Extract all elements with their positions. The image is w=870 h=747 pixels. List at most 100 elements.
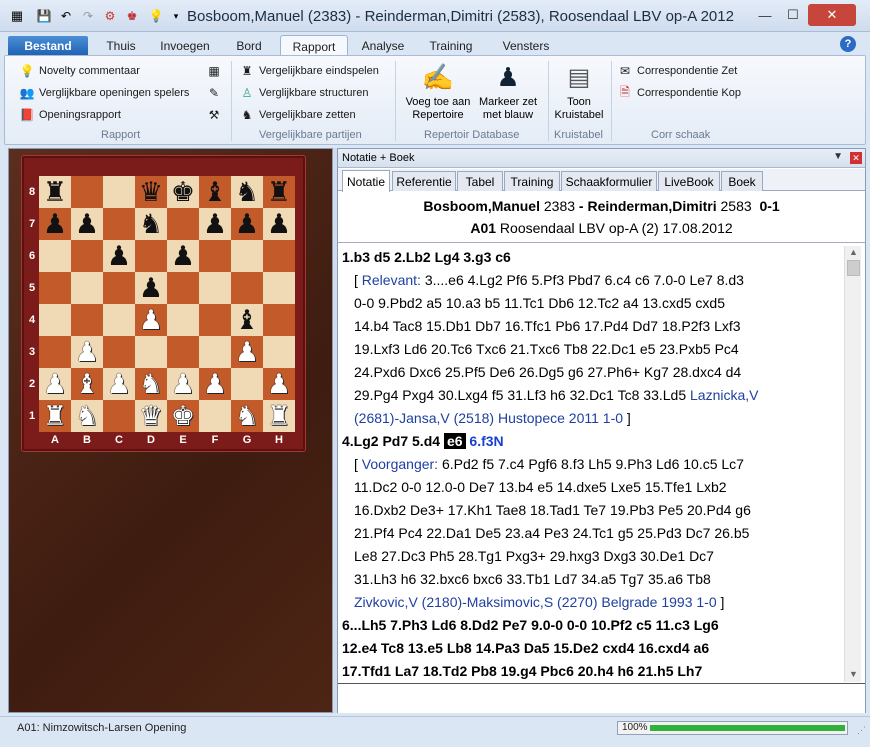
moves-text[interactable]: 12.e4 Tc8 13.e5 Lb8 14.Pa3 Da5 15.De2 cx… [342, 640, 709, 656]
square-g5[interactable] [231, 272, 263, 304]
square-c6[interactable]: ♟ [103, 240, 135, 272]
variation-line[interactable]: 31.Lh3 h6 32.bxc6 bxc6 33.Tb1 Ld7 34.a5 … [342, 568, 839, 591]
panel-close-icon[interactable]: ✕ [850, 152, 862, 164]
square-f2[interactable]: ♟ [199, 368, 231, 400]
main-moves[interactable]: 4.Lg2 Pd7 5.d4 [342, 433, 444, 449]
square-e6[interactable]: ♟ [167, 240, 199, 272]
white-rook-icon[interactable]: ♜ [267, 403, 291, 430]
moves-text[interactable]: 16.Dxb2 De3+ 17.Kh1 Tae8 18.Tad1 Te7 19.… [354, 502, 751, 518]
tab-livebook[interactable]: LiveBook [658, 171, 720, 191]
black-pawn-icon[interactable]: ♟ [203, 211, 227, 238]
square-d3[interactable] [135, 336, 167, 368]
square-d5[interactable]: ♟ [135, 272, 167, 304]
square-h2[interactable]: ♟ [263, 368, 295, 400]
square-h5[interactable] [263, 272, 295, 304]
tab-invoegen[interactable]: Invoegen [152, 36, 218, 56]
moves-text[interactable]: Le8 27.Dc3 Ph5 28.Tg1 Pxg3+ 29.hxg3 Dxg3… [354, 548, 714, 564]
square-g1[interactable]: ♞ [231, 400, 263, 432]
board-small-button[interactable]: ▦ [206, 63, 226, 79]
square-h3[interactable] [263, 336, 295, 368]
tab-notatie[interactable]: Notatie [342, 170, 390, 192]
pen-small-button[interactable]: ✎ [206, 85, 226, 101]
move-list[interactable]: 1.b3 d5 2.Lb2 Lg4 3.g3 c6 [ Relevant: 3..… [342, 246, 839, 682]
toon-kruistabel-button[interactable]: ▤ Toon Kruistabel [550, 60, 608, 122]
game-reference-link[interactable]: (2681)-Jansa,V (2518) Hustopece 2011 1-0 [354, 410, 623, 426]
white-knight-icon[interactable]: ♞ [75, 403, 99, 430]
black-pawn-icon[interactable]: ♟ [171, 243, 195, 270]
square-h4[interactable] [263, 304, 295, 336]
voeg-toe-repertoire-button[interactable]: ✍ Voeg toe aan Repertoire [401, 60, 475, 122]
square-b5[interactable] [71, 272, 103, 304]
customize-toolbar-icon[interactable]: ▾ [168, 8, 184, 24]
moves-text[interactable]: 29.Pg4 Pxg4 30.Lxg4 f5 31.Lf3 h6 32.Dc1 … [354, 387, 690, 403]
annotation-area[interactable] [338, 683, 865, 713]
square-g3[interactable]: ♟ [231, 336, 263, 368]
lightbulb-icon[interactable]: 💡 [148, 8, 164, 24]
white-rook-icon[interactable]: ♜ [43, 403, 67, 430]
black-pawn-icon[interactable]: ♟ [43, 211, 67, 238]
engine-icon[interactable]: ⚙ [102, 8, 118, 24]
tab-boek[interactable]: Boek [721, 171, 763, 191]
variation-label[interactable]: Relevant: [362, 272, 421, 288]
redo-icon[interactable]: ↷ [80, 8, 96, 24]
white-knight-icon[interactable]: ♞ [139, 371, 163, 398]
square-a1[interactable]: ♜ [39, 400, 71, 432]
square-h7[interactable]: ♟ [263, 208, 295, 240]
tab-vensters[interactable]: Vensters [490, 36, 562, 56]
black-knight-icon[interactable]: ♞ [139, 211, 163, 238]
square-a8[interactable]: ♜ [39, 176, 71, 208]
square-a7[interactable]: ♟ [39, 208, 71, 240]
vergelijkbare-zetten-button[interactable]: ♞ Vergelijkbare zetten [239, 107, 356, 123]
black-pawn-icon[interactable]: ♟ [107, 243, 131, 270]
bracket[interactable]: [ [354, 272, 362, 288]
square-a4[interactable] [39, 304, 71, 336]
maximize-button[interactable]: ☐ [780, 4, 806, 26]
tab-bestand[interactable]: Bestand [8, 36, 88, 56]
square-a3[interactable] [39, 336, 71, 368]
tab-schaakformulier[interactable]: Schaakformulier [561, 171, 657, 191]
moves-text[interactable]: 0-0 9.Pbd2 a5 10.a3 b5 11.Tc1 Db6 12.Tc2… [354, 295, 725, 311]
black-pawn-icon[interactable]: ♟ [235, 211, 259, 238]
scroll-up-icon[interactable]: ▲ [849, 247, 858, 257]
moves-text[interactable]: 19.Lxf3 Ld6 20.Tc6 Txc6 21.Txc6 Tb8 22.D… [354, 341, 739, 357]
square-b1[interactable]: ♞ [71, 400, 103, 432]
black-pawn-icon[interactable]: ♟ [267, 211, 291, 238]
square-g6[interactable] [231, 240, 263, 272]
save-icon[interactable]: 💾 [36, 8, 52, 24]
tab-training[interactable]: Training [418, 36, 484, 56]
black-rook-icon[interactable]: ♜ [267, 179, 291, 206]
vertical-scrollbar[interactable]: ▲ ▼ [844, 246, 861, 682]
black-queen-icon[interactable]: ♛ [139, 179, 163, 206]
tab-referentie[interactable]: Referentie [392, 171, 456, 191]
square-g2[interactable] [231, 368, 263, 400]
tab-rapport[interactable]: Rapport [280, 35, 348, 57]
square-f8[interactable]: ♝ [199, 176, 231, 208]
variation-label[interactable]: Voorganger: [362, 456, 438, 472]
moves-text[interactable]: 11.Dc2 0-0 12.0-0 De7 13.b4 e5 14.dxe5 L… [354, 479, 727, 495]
variation-line[interactable]: 24.Pxd6 Dxc6 25.Pf5 De6 26.Dg5 g6 27.Ph6… [342, 361, 839, 384]
black-pawn-icon[interactable]: ♟ [75, 211, 99, 238]
hammer-small-button[interactable]: ⚒ [206, 107, 226, 123]
white-pawn-icon[interactable]: ♟ [75, 339, 99, 366]
main-line[interactable]: 4.Lg2 Pd7 5.d4 e6 6.f3N [342, 430, 839, 453]
square-c3[interactable] [103, 336, 135, 368]
main-line[interactable]: 6...Lh5 7.Ph3 Ld6 8.Dd2 Pe7 9.0-0 0-0 10… [342, 614, 839, 637]
square-b6[interactable] [71, 240, 103, 272]
main-line[interactable]: 12.e4 Tc8 13.e5 Lb8 14.Pa3 Da5 15.De2 cx… [342, 637, 839, 660]
square-g8[interactable]: ♞ [231, 176, 263, 208]
game-reference-link[interactable]: Laznicka,V [690, 387, 758, 403]
moves-text[interactable]: 17.Tfd1 La7 18.Td2 Pb8 19.g4 Pbc6 20.h4 … [342, 663, 702, 679]
minimize-button[interactable]: — [752, 4, 778, 26]
square-e5[interactable] [167, 272, 199, 304]
square-e8[interactable]: ♚ [167, 176, 199, 208]
variation-line[interactable]: Le8 27.Dc3 Ph5 28.Tg1 Pxg3+ 29.hxg3 Dxg3… [342, 545, 839, 568]
resize-grip-icon[interactable]: ⋰ [857, 725, 866, 736]
white-queen-icon[interactable]: ♛ [139, 403, 163, 430]
white-king-icon[interactable]: ♚ [171, 403, 195, 430]
square-c7[interactable] [103, 208, 135, 240]
white-pawn-icon[interactable]: ♟ [107, 371, 131, 398]
chess-board[interactable]: ♜ ♛ ♚ ♝ ♞ ♜ ♟ ♟ ♞ ♟ ♟ ♟ ♟ ♟ ♟ ♟ ♝ ♟ ♟ ♟ ♝ ♟ ♞ ♟ ♟ ♟ ♜ ♞ ♛ ♚ ♞ ♜ [39, 176, 295, 432]
black-bishop-icon[interactable]: ♝ [235, 307, 259, 334]
square-c4[interactable] [103, 304, 135, 336]
variation-line[interactable]: [ Voorganger: 6.Pd2 f5 7.c4 Pgf6 8.f3 Lh… [342, 453, 839, 476]
